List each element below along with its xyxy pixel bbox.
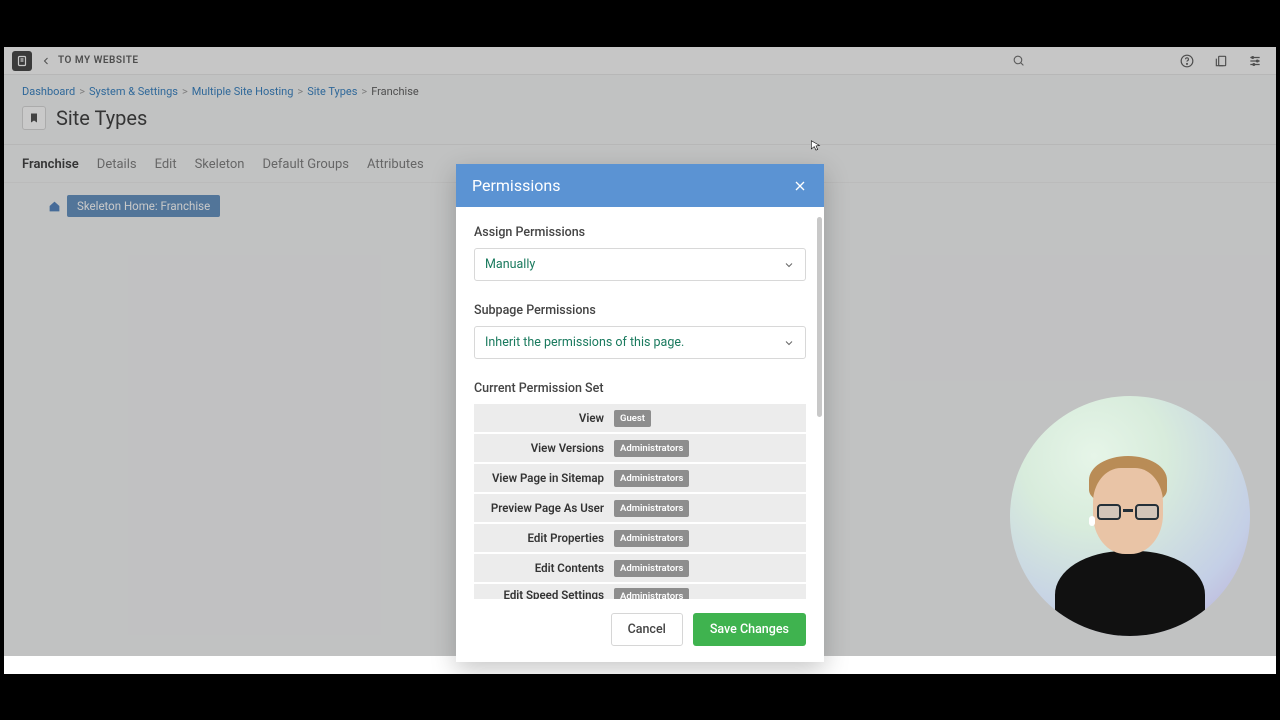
subpage-permissions-label: Subpage Permissions — [474, 303, 806, 318]
permission-row[interactable]: Edit Properties Administrators — [474, 524, 806, 552]
modal-body: Assign Permissions Manually Subpage Perm… — [456, 207, 824, 599]
assign-permissions-label: Assign Permissions — [474, 225, 806, 240]
permission-badge: Administrators — [614, 470, 689, 487]
permission-badge: Guest — [614, 410, 651, 427]
scrollbar[interactable] — [817, 217, 822, 417]
permission-name: Preview Page As User — [474, 501, 614, 515]
modal-header: Permissions — [456, 164, 824, 207]
permission-badge: Administrators — [614, 560, 689, 577]
subpage-permissions-value: Inherit the permissions of this page. — [485, 335, 684, 350]
subpage-permissions-select[interactable]: Inherit the permissions of this page. — [474, 326, 806, 359]
permission-row[interactable]: View Versions Administrators — [474, 434, 806, 462]
permission-name: Edit Contents — [474, 561, 614, 575]
permission-name: View Page in Sitemap — [474, 471, 614, 485]
assign-permissions-select[interactable]: Manually — [474, 248, 806, 281]
permission-name: View — [474, 411, 614, 425]
cancel-button[interactable]: Cancel — [611, 613, 683, 646]
permission-badge: Administrators — [614, 588, 689, 599]
permission-row[interactable]: Edit Contents Administrators — [474, 554, 806, 582]
permission-name: Edit Properties — [474, 531, 614, 545]
chevron-down-icon — [783, 337, 795, 349]
assign-permissions-value: Manually — [485, 257, 535, 272]
permission-row[interactable]: Edit Speed Settings Administrators — [474, 584, 806, 599]
permission-name: Edit Speed Settings — [474, 588, 614, 599]
modal-title: Permissions — [472, 176, 560, 195]
current-permission-set-label: Current Permission Set — [474, 381, 806, 396]
cursor-icon — [809, 139, 823, 153]
save-changes-button[interactable]: Save Changes — [693, 613, 806, 646]
permission-row[interactable]: View Page in Sitemap Administrators — [474, 464, 806, 492]
permission-name: View Versions — [474, 441, 614, 455]
permission-badge: Administrators — [614, 500, 689, 517]
permission-badge: Administrators — [614, 530, 689, 547]
permission-badge: Administrators — [614, 440, 689, 457]
presenter-webcam — [1010, 396, 1250, 636]
permissions-modal: Permissions Assign Permissions Manually … — [456, 164, 824, 662]
close-icon[interactable] — [792, 178, 808, 194]
chevron-down-icon — [783, 259, 795, 271]
modal-footer: Cancel Save Changes — [456, 599, 824, 662]
permission-row[interactable]: View Guest — [474, 404, 806, 432]
permission-row[interactable]: Preview Page As User Administrators — [474, 494, 806, 522]
